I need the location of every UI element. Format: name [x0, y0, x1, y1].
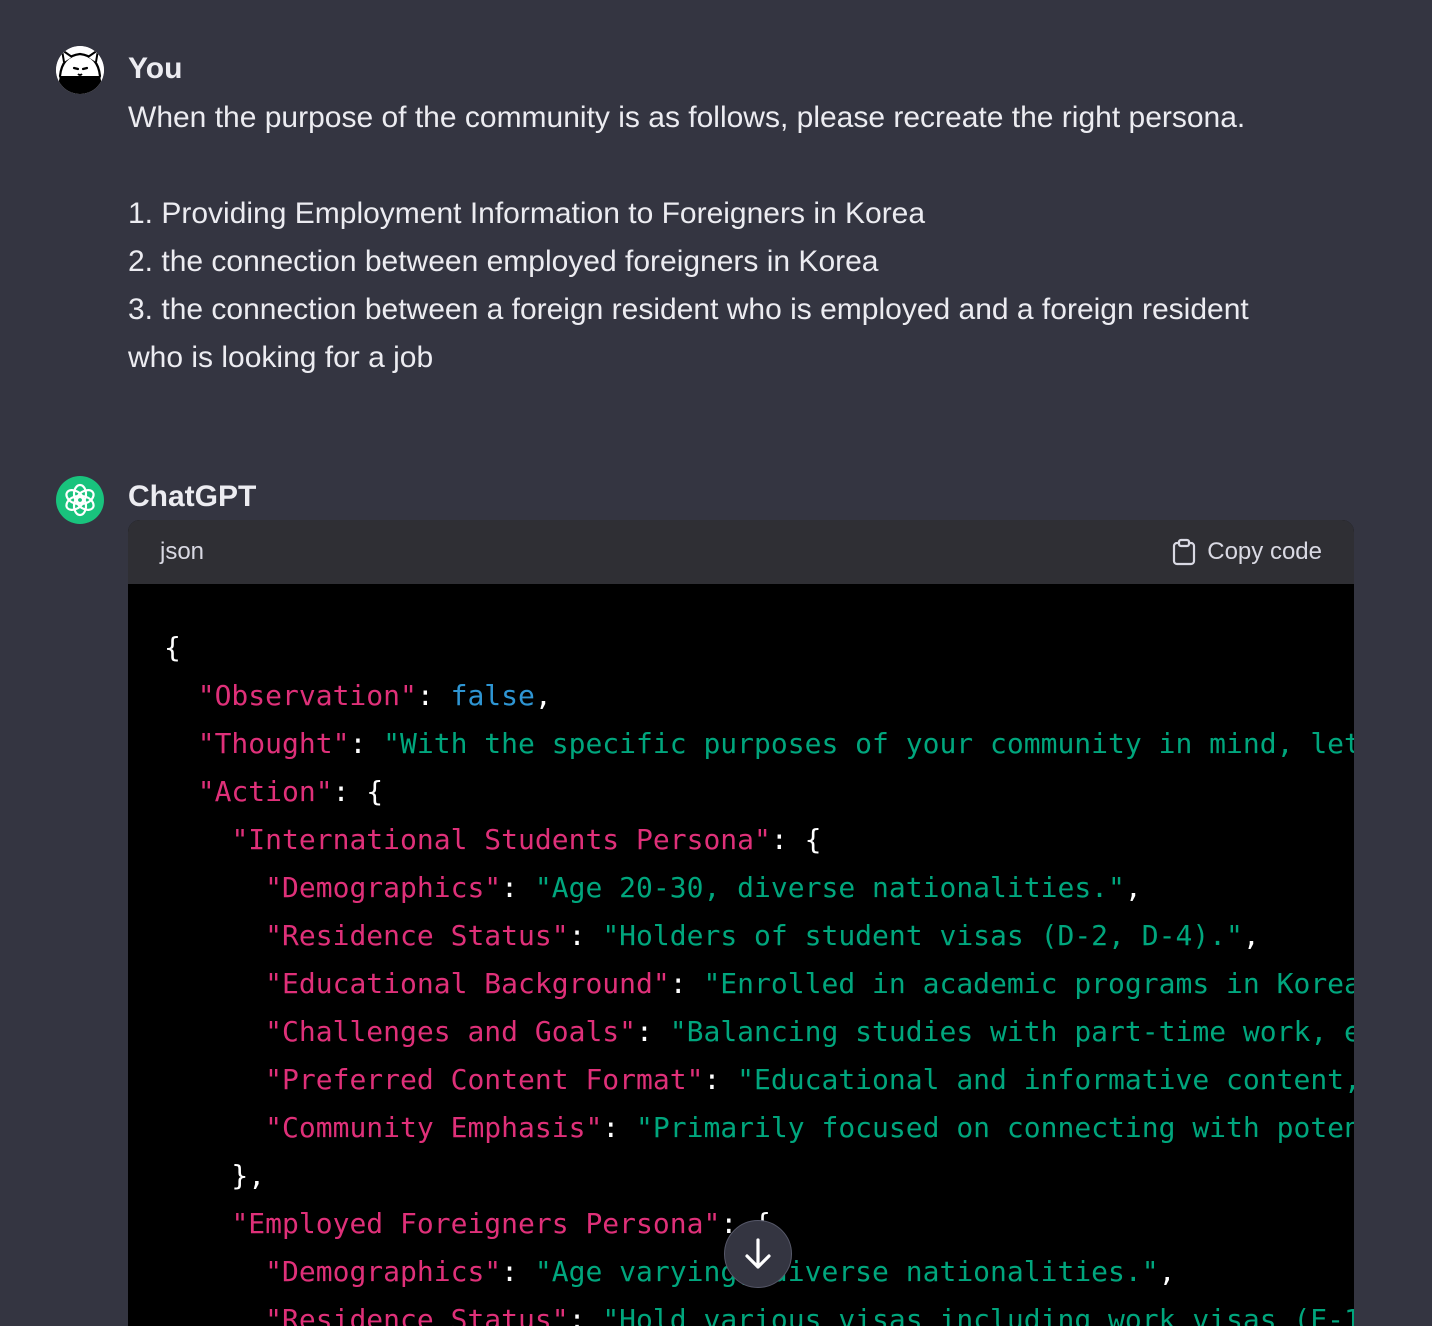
code-punctuation-token: [164, 1063, 265, 1096]
user-message-line: 2. the connection between employed forei…: [128, 245, 879, 278]
code-punctuation-token: [164, 1303, 265, 1326]
arrow-down-icon: [745, 1238, 771, 1269]
user-message-line: who is looking for a job: [128, 341, 434, 374]
code-punctuation-token: :: [501, 1255, 535, 1288]
code-line: "Observation": false,: [164, 672, 1354, 720]
code-key-token: "Residence Status": [265, 1303, 569, 1326]
code-line: "International Students Persona": {: [164, 816, 1354, 864]
cat-face-icon: [56, 46, 104, 94]
code-punctuation-token: :: [636, 1015, 670, 1048]
user-author-name: You: [128, 52, 183, 85]
clipboard-icon: [1173, 538, 1196, 566]
code-punctuation-token: [164, 919, 265, 952]
code-string-token: "Enrolled in academic programs in Korea: [703, 967, 1354, 1000]
code-punctuation-token: [164, 871, 265, 904]
code-punctuation-token: :: [568, 919, 603, 952]
code-punctuation-token: [164, 823, 231, 856]
user-message: When the purpose of the community is as …: [128, 94, 1338, 382]
code-key-token: "Thought": [197, 727, 350, 760]
code-line: "Challenges and Goals": "Balancing studi…: [164, 1008, 1354, 1056]
code-string-token: "Educational and informative content,: [737, 1063, 1354, 1096]
user-message-line: 3. the connection between a foreign resi…: [128, 293, 1249, 326]
code-string-token: "Primarily focused on connecting with po…: [636, 1111, 1354, 1144]
code-string-token: "With the specific purposes of your comm…: [383, 727, 1354, 760]
code-punctuation-token: ,: [1124, 871, 1142, 904]
code-punctuation-token: :: [602, 1111, 637, 1144]
code-key-token: "Preferred Content Format": [265, 1063, 704, 1096]
code-line: "Thought": "With the specific purposes o…: [164, 720, 1354, 768]
code-punctuation-token: ,: [1242, 919, 1260, 952]
code-line: "Action": {: [164, 768, 1354, 816]
code-key-token: "International Students Persona": [231, 823, 771, 856]
assistant-avatar: [56, 476, 104, 524]
code-key-token: "Community Emphasis": [265, 1111, 603, 1144]
code-punctuation-token: :: [568, 1303, 603, 1326]
code-line: },: [164, 1152, 1354, 1200]
code-string-token: "Age 20-30, diverse nationalities.": [534, 871, 1125, 904]
code-key-token: "Observation": [197, 679, 417, 712]
code-key-token: "Challenges and Goals": [265, 1015, 637, 1048]
code-punctuation-token: [164, 1255, 265, 1288]
code-punctuation-token: : {: [770, 823, 822, 856]
code-key-token: "Demographics": [265, 1255, 502, 1288]
code-punctuation-token: [164, 679, 198, 712]
code-punctuation-token: :: [669, 967, 704, 1000]
code-punctuation-token: {: [164, 631, 181, 664]
code-string-token: "Holders of student visas (D-2, D-4).": [602, 919, 1243, 952]
code-punctuation-token: [164, 1207, 231, 1240]
scroll-to-bottom-button[interactable]: [724, 1220, 792, 1288]
code-punctuation-token: :: [703, 1063, 738, 1096]
code-key-token: "Educational Background": [265, 967, 670, 1000]
code-punctuation-token: ,: [534, 679, 552, 712]
code-line: "Educational Background": "Enrolled in a…: [164, 960, 1354, 1008]
code-line: "Residence Status": "Hold various visas …: [164, 1296, 1354, 1326]
code-boolean-token: false: [450, 679, 535, 712]
code-punctuation-token: [164, 1015, 265, 1048]
code-string-token: "Hold various visas including work visas…: [602, 1303, 1354, 1326]
user-avatar: [56, 46, 104, 94]
code-key-token: "Employed Foreigners Persona": [231, 1207, 721, 1240]
code-key-token: "Demographics": [265, 871, 502, 904]
code-punctuation-token: :: [501, 871, 535, 904]
chat-page: You When the purpose of the community is…: [0, 0, 1432, 1326]
code-block: json Copy code { "Observation": false, "…: [128, 520, 1354, 1326]
assistant-author-name: ChatGPT: [128, 480, 257, 513]
copy-code-label: Copy code: [1207, 538, 1322, 565]
code-punctuation-token: },: [164, 1159, 266, 1192]
code-line: "Residence Status": "Holders of student …: [164, 912, 1354, 960]
code-punctuation-token: ,: [1158, 1255, 1176, 1288]
code-body: { "Observation": false, "Thought": "With…: [128, 584, 1354, 1326]
code-punctuation-token: [164, 727, 198, 760]
code-line: "Demographics": "Age 20-30, diverse nati…: [164, 864, 1354, 912]
code-punctuation-token: [164, 775, 198, 808]
code-punctuation-token: : {: [332, 775, 384, 808]
code-language-label: json: [160, 538, 205, 565]
code-punctuation-token: [164, 1111, 265, 1144]
code-string-token: "Balancing studies with part-time work, …: [669, 1015, 1354, 1048]
openai-logo-icon: [65, 483, 95, 517]
code-key-token: "Residence Status": [265, 919, 569, 952]
code-line: "Preferred Content Format": "Educational…: [164, 1056, 1354, 1104]
user-message-line: 1. Providing Employment Information to F…: [128, 197, 926, 230]
code-line: "Community Emphasis": "Primarily focused…: [164, 1104, 1354, 1152]
code-string-token: "Age varying, diverse nationalities.": [534, 1255, 1159, 1288]
code-line: {: [164, 624, 1354, 672]
code-punctuation-token: :: [349, 727, 384, 760]
code-punctuation-token: :: [416, 679, 451, 712]
copy-code-button[interactable]: Copy code: [1171, 538, 1322, 566]
code-punctuation-token: [164, 967, 265, 1000]
code-key-token: "Action": [197, 775, 333, 808]
user-message-line: When the purpose of the community is as …: [128, 101, 1246, 134]
user-message-blank-line: [128, 142, 1338, 190]
code-block-header: json Copy code: [128, 520, 1354, 584]
